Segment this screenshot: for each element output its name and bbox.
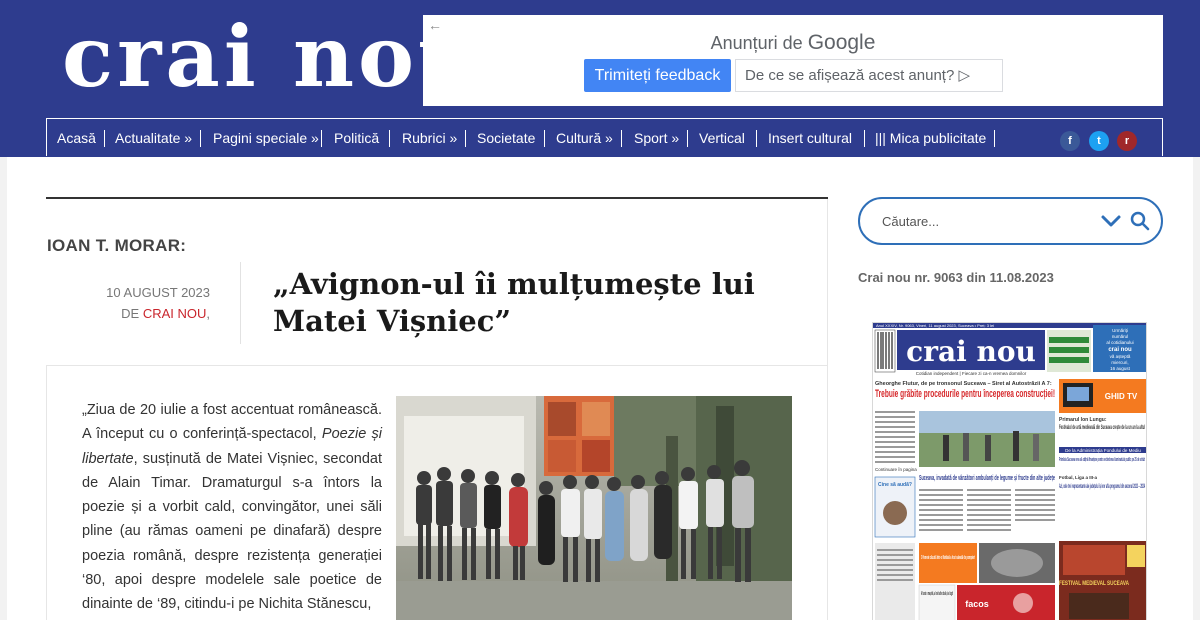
meta-divider: [240, 262, 241, 344]
fp-promo-line: crai nou: [1108, 347, 1132, 353]
fp-festival-poster: FESTIVAL MEDIEVAL SUCEAVA: [1059, 581, 1130, 587]
header-divider: [46, 365, 828, 366]
nav-separator: [321, 130, 322, 147]
nav-separator: [465, 130, 466, 147]
nav-separator: [621, 130, 622, 147]
fp-football-title: Azi, cele trei reprezentante ale județul…: [1059, 484, 1145, 490]
column-border: [827, 199, 828, 620]
fp-dateline: Anul XXXIV, Nr. 9063, Vineri, 11 august …: [876, 323, 994, 328]
twitter-icon[interactable]: t: [1089, 131, 1109, 151]
ad-title: Anunțuri de Google: [423, 31, 1163, 55]
nav-separator: [389, 130, 390, 147]
site-logo[interactable]: crai nou: [62, 12, 479, 102]
rss-icon[interactable]: r: [1117, 131, 1137, 151]
fp-promo-line: numărul: [1112, 334, 1128, 339]
fp-promo-line: vă așteptă: [1110, 354, 1131, 359]
article-photo[interactable]: [396, 396, 792, 620]
fp-promo-line: 16 august: [1110, 366, 1131, 371]
google-ad-panel: ← Anunțuri de Google Trimiteți feedback …: [423, 15, 1163, 106]
paragraph-text: , susținută de Matei Vișniec, secondat d…: [82, 450, 382, 613]
search-icon[interactable]: [1130, 211, 1150, 231]
fp-car-title: A furat o mașină, a lovit alte două și a…: [921, 591, 953, 597]
nav-item-pagini-speciale[interactable]: Pagini speciale »: [213, 119, 319, 157]
article-title: „Avignon-ul îi mulțumește lui Matei Vișn…: [273, 267, 755, 338]
nav-item-rubrici[interactable]: Rubrici »: [402, 119, 457, 157]
byline-suffix: ,: [206, 306, 210, 321]
page: crai nou ← Anunțuri de Google Trimiteți …: [0, 0, 1200, 620]
fp-street-title: Suceava, invadată de vânzători ambulanți…: [919, 475, 1055, 482]
fp-facos: facos: [965, 599, 989, 609]
article-byline: DE CRAI NOU,: [70, 306, 210, 321]
nav-item-politica[interactable]: Politică: [334, 119, 379, 157]
fp-promo-line: al cotidianului: [1106, 340, 1133, 345]
fp-promo-line: Urmăriți: [1112, 328, 1128, 333]
nav-separator: [994, 130, 995, 147]
fp-masthead: crai nou: [906, 335, 1036, 368]
article-body: „Ziua de 20 iulie a fost accentuat român…: [82, 398, 382, 617]
fp-festival-title: Festivalul de artă medievală din Suceava…: [1059, 424, 1145, 431]
facebook-icon[interactable]: f: [1060, 131, 1080, 151]
main-navigation: Acasă Actualitate » Pagini speciale » Po…: [46, 118, 1163, 156]
fp-admin-note: De la Administrația Fondului de Mediu: [1065, 448, 1141, 453]
nav-item-societate[interactable]: Societate: [477, 119, 535, 157]
why-this-ad-button[interactable]: De ce se afișează acest anunț? ▷: [735, 59, 1003, 92]
nav-item-vertical[interactable]: Vertical: [699, 119, 745, 157]
search-input[interactable]: [882, 210, 1082, 232]
nav-separator: [864, 130, 865, 147]
front-page-thumbnail[interactable]: Anul XXXIV, Nr. 9063, Vineri, 11 august …: [872, 322, 1147, 620]
column-border: [46, 365, 47, 620]
fp-festival-kicker: Primarul Ion Lungu:: [1059, 417, 1107, 423]
article-paragraph: „Ziua de 20 iulie a fost accentuat român…: [82, 398, 382, 617]
group-photo: [396, 396, 792, 620]
nav-item-sport[interactable]: Sport »: [634, 119, 679, 157]
ad-title-prefix: Anunțuri de: [710, 33, 803, 53]
nav-separator: [104, 130, 105, 147]
fp-lead-title: Trebuie grăbite procedurile pentru încep…: [875, 388, 1055, 400]
nav-item-actualitate[interactable]: Actualitate »: [115, 119, 192, 157]
fp-football-kicker: Fotbal, Liga a III-a: [1059, 475, 1098, 480]
article-date: 10 AUGUST 2023: [106, 285, 210, 300]
nav-separator: [756, 130, 757, 147]
article-top-rule: [46, 197, 828, 199]
nav-separator: [200, 130, 201, 147]
fp-promo-line: miercuri,: [1111, 360, 1128, 365]
byline-source-link[interactable]: CRAI NOU: [143, 306, 207, 321]
fp-ghid-tv: GHID TV: [1105, 392, 1138, 401]
issue-label: Crai nou nr. 9063 din 11.08.2023: [858, 270, 1054, 285]
article-author: IOAN T. MORAR:: [47, 236, 187, 255]
chevron-down-icon[interactable]: [1100, 212, 1122, 230]
nav-separator: [544, 130, 545, 147]
nav-item-acasa[interactable]: Acasă: [57, 119, 96, 157]
send-feedback-button[interactable]: Trimiteți feedback: [584, 59, 731, 92]
nav-separator: [687, 130, 688, 147]
front-page-image: Anul XXXIV, Nr. 9063, Vineri, 11 august …: [873, 323, 1146, 620]
fp-lead-kicker: Gheorghe Flutur, de pe tronsonul Suceava…: [875, 381, 1052, 387]
google-wordmark: Google: [807, 31, 876, 54]
fp-continue: Continuare în pagina: [875, 467, 917, 472]
nav-item-insert-cultural[interactable]: Insert cultural: [768, 119, 852, 157]
search-box: [858, 197, 1163, 245]
nav-item-cultura[interactable]: Cultură »: [556, 119, 613, 157]
fp-rescue-title: O femeie căzută într-o fântână a fost sa…: [921, 555, 975, 561]
fp-lighting-title: Primăria Suceava vrea să obțină finanțar…: [1059, 457, 1145, 463]
byline-prefix: DE: [121, 306, 140, 321]
fp-tagline: Cotidian independent | Fiecare zi ca-n v…: [916, 371, 1027, 376]
fp-cine-label: Cine să audă?: [878, 482, 912, 488]
nav-item-mica-publicitate[interactable]: ||| Mica publicitate: [875, 119, 986, 157]
